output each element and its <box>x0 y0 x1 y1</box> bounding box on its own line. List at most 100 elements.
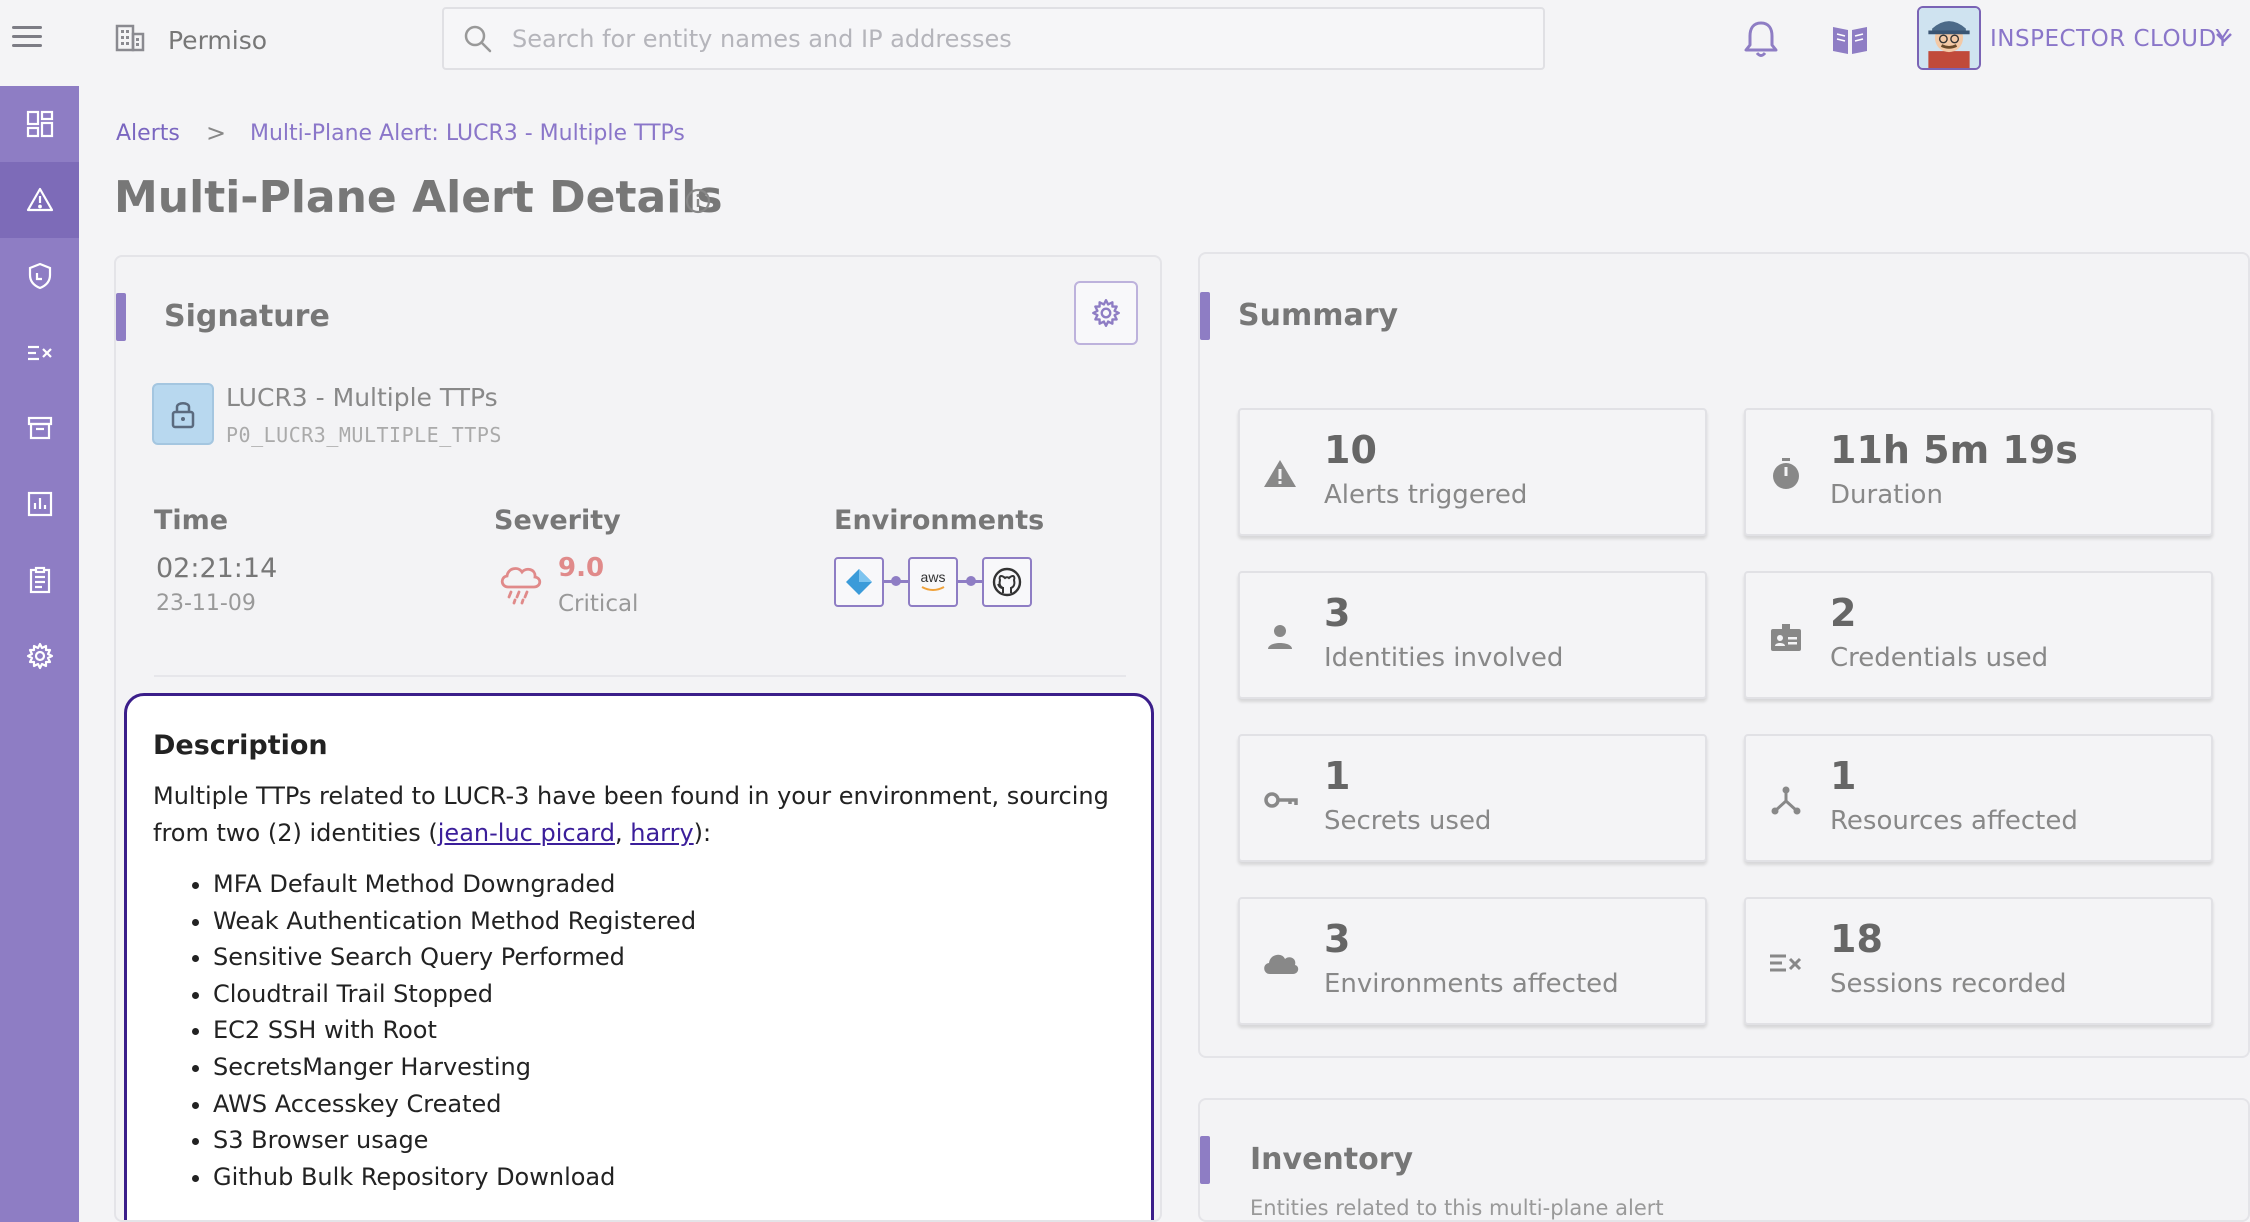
breadcrumb-current[interactable]: Multi-Plane Alert: LUCR3 - Multiple TTPs <box>250 121 685 146</box>
shield-icon <box>28 262 51 290</box>
azure-icon <box>846 569 872 595</box>
bell-icon[interactable] <box>1740 18 1782 60</box>
badge-icon <box>1771 624 1801 651</box>
stat-value: 3 <box>1324 917 1351 961</box>
org-name[interactable]: Permiso <box>168 26 267 55</box>
svg-text:aws: aws <box>921 569 946 585</box>
cloud-icon <box>1264 954 1299 974</box>
environments-label: Environments <box>834 505 1045 536</box>
stat-label: Identities involved <box>1324 643 1564 673</box>
stat-label: Sessions recorded <box>1830 969 2067 999</box>
list-item: Github Bulk Repository Download <box>213 1159 696 1196</box>
gear-icon <box>26 642 53 670</box>
stat-sessions-recorded[interactable]: 18 Sessions recorded <box>1744 897 2213 1025</box>
clipboard-icon <box>29 566 50 594</box>
github-icon <box>992 567 1022 597</box>
warning-icon <box>1264 460 1296 487</box>
signature-title: Signature <box>164 299 330 334</box>
date-value: 23-11-09 <box>156 591 256 616</box>
chevron-down-icon[interactable] <box>2214 30 2234 46</box>
search-box[interactable] <box>442 7 1545 70</box>
alert-icon <box>26 187 53 212</box>
env-chip-github[interactable] <box>982 557 1032 607</box>
env-chip-azure[interactable] <box>834 557 884 607</box>
archive-icon <box>27 416 52 440</box>
description-title: Description <box>153 730 328 761</box>
dashboard-icon <box>26 110 53 138</box>
stat-label: Alerts triggered <box>1324 480 1528 510</box>
list-item: AWS Accesskey Created <box>213 1086 696 1123</box>
sidebar-item-tasks[interactable] <box>0 542 79 618</box>
storm-cloud-icon <box>500 567 542 605</box>
card-accent <box>116 293 126 341</box>
stat-value: 3 <box>1324 591 1351 635</box>
stat-value: 10 <box>1324 428 1377 472</box>
card-accent <box>1200 1136 1210 1184</box>
sidebar-item-archive[interactable] <box>0 390 79 466</box>
stat-secrets-used[interactable]: 1 Secrets used <box>1238 734 1707 862</box>
stat-label: Duration <box>1830 480 1943 510</box>
sidebar-item-dashboard[interactable] <box>0 86 79 162</box>
severity-level: Critical <box>558 591 639 617</box>
signature-lock-badge <box>152 383 214 445</box>
stat-environments-affected[interactable]: 3 Environments affected <box>1238 897 1707 1025</box>
menu-icon[interactable] <box>12 26 42 50</box>
stat-label: Secrets used <box>1324 806 1492 836</box>
gear-icon <box>1092 299 1120 327</box>
stat-value: 1 <box>1324 754 1351 798</box>
sidebar <box>0 86 79 1222</box>
top-bar: Permiso INSPECTOR CLOUDY <box>0 0 2250 80</box>
docs-icon[interactable] <box>1830 22 1870 58</box>
sidebar-item-settings[interactable] <box>0 618 79 694</box>
stat-value: 11h 5m 19s <box>1830 428 2078 472</box>
stat-identities-involved[interactable]: 3 Identities involved <box>1238 571 1707 699</box>
env-connector-dot <box>966 576 976 586</box>
description-text: Multiple TTPs related to LUCR-3 have bee… <box>153 778 1113 852</box>
sidebar-item-reports[interactable] <box>0 466 79 542</box>
breadcrumb-separator: > <box>206 119 227 147</box>
list-item: Weak Authentication Method Registered <box>213 903 696 940</box>
severity-score: 9.0 <box>558 553 605 583</box>
stat-credentials-used[interactable]: 2 Credentials used <box>1744 571 2213 699</box>
stopwatch-icon <box>1773 458 1799 489</box>
time-label: Time <box>154 505 229 536</box>
info-icon[interactable] <box>684 187 712 215</box>
person-icon <box>1268 625 1292 649</box>
stat-value: 2 <box>1830 591 1857 635</box>
chart-icon <box>27 491 52 517</box>
list-item: SecretsManger Harvesting <box>213 1049 696 1086</box>
sidebar-item-sessions[interactable] <box>0 314 79 390</box>
inventory-card: Inventory Entities related to this multi… <box>1198 1098 2250 1222</box>
avatar-illustration-icon <box>1919 8 1979 68</box>
list-item: S3 Browser usage <box>213 1122 696 1159</box>
env-connector-dot <box>891 576 901 586</box>
identity-link-harry[interactable]: harry <box>630 819 693 847</box>
ttp-list: MFA Default Method Downgraded Weak Authe… <box>185 866 696 1195</box>
identity-link-jean-luc-picard[interactable]: jean-luc picard <box>438 819 615 847</box>
divider <box>154 675 1126 677</box>
env-chip-aws[interactable]: aws <box>908 557 958 607</box>
signature-settings-button[interactable] <box>1074 281 1138 345</box>
stat-label: Resources affected <box>1830 806 2078 836</box>
list-item: Cloudtrail Trail Stopped <box>213 976 696 1013</box>
description-text-after: ): <box>693 819 712 847</box>
sidebar-item-security[interactable] <box>0 238 79 314</box>
stat-value: 18 <box>1830 917 1883 961</box>
search-input[interactable] <box>512 9 1522 68</box>
signature-code: P0_LUCR3_MULTIPLE_TTPS <box>226 423 502 447</box>
lock-icon <box>171 402 195 429</box>
list-item: EC2 SSH with Root <box>213 1012 696 1049</box>
aws-icon: aws <box>921 569 946 591</box>
sessions-icon <box>1770 954 1802 972</box>
stat-duration[interactable]: 11h 5m 19s Duration <box>1744 408 2213 536</box>
time-value: 02:21:14 <box>156 553 278 584</box>
summary-title: Summary <box>1238 298 1399 333</box>
user-name[interactable]: INSPECTOR CLOUDY <box>1990 26 2230 52</box>
sidebar-item-alerts[interactable] <box>0 162 79 238</box>
stat-alerts-triggered[interactable]: 10 Alerts triggered <box>1238 408 1707 536</box>
breadcrumb-alerts[interactable]: Alerts <box>116 121 180 146</box>
stat-value: 1 <box>1830 754 1857 798</box>
avatar[interactable] <box>1917 6 1981 70</box>
stat-resources-affected[interactable]: 1 Resources affected <box>1744 734 2213 862</box>
description-comma: , <box>614 819 631 847</box>
